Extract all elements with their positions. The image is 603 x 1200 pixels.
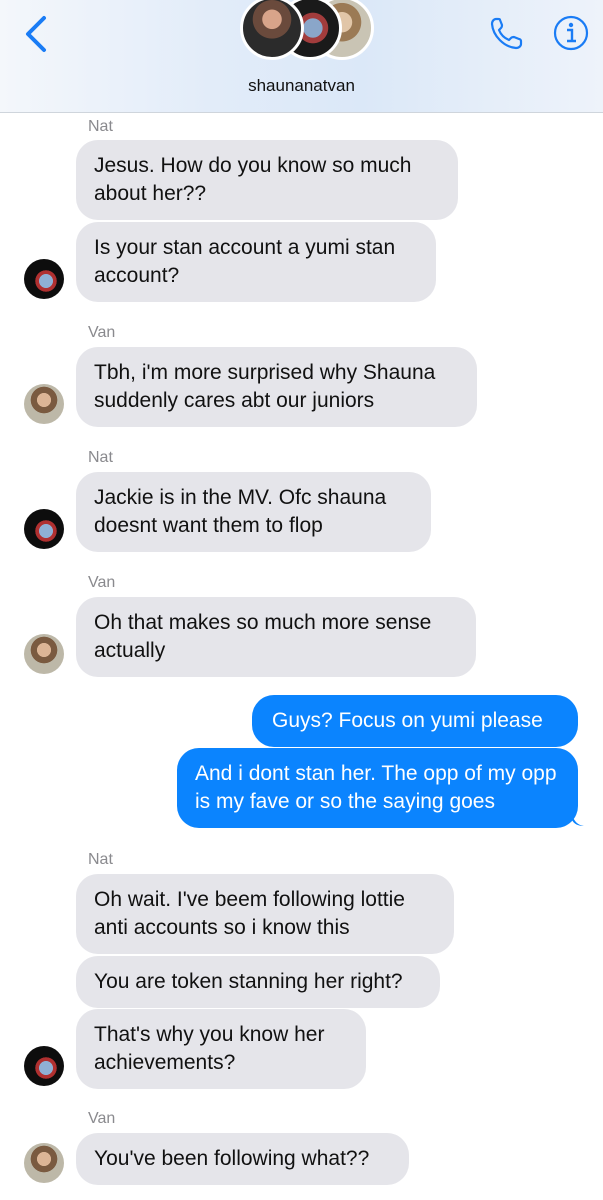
message-bubble[interactable]: Jackie is in the MV. Ofc shauna doesnt w… bbox=[76, 472, 431, 552]
sender-label: Nat bbox=[88, 449, 113, 466]
phone-icon[interactable] bbox=[488, 14, 526, 52]
message-bubble[interactable]: Tbh, i'm more surprised why Shauna sudde… bbox=[76, 347, 477, 427]
conversation-header: shaunanatvan bbox=[0, 0, 603, 113]
avatar[interactable] bbox=[24, 634, 64, 674]
sender-label: Nat bbox=[88, 851, 113, 868]
sender-label: Nat bbox=[88, 118, 113, 135]
sender-label: Van bbox=[88, 574, 116, 591]
avatar[interactable] bbox=[24, 1143, 64, 1183]
avatar[interactable] bbox=[24, 384, 64, 424]
message-bubble[interactable]: That's why you know her achievements? bbox=[76, 1009, 366, 1089]
chevron-left-icon[interactable] bbox=[18, 12, 54, 56]
message-bubble-outgoing[interactable]: Guys? Focus on yumi please bbox=[252, 695, 578, 747]
bubble-tail bbox=[572, 814, 584, 826]
message-bubble-outgoing[interactable]: And i dont stan her. The opp of my opp i… bbox=[177, 748, 578, 828]
group-name[interactable]: shaunanatvan bbox=[0, 76, 603, 96]
message-bubble[interactable]: Oh wait. I've beem following lottie anti… bbox=[76, 874, 454, 954]
message-bubble[interactable]: Jesus. How do you know so much about her… bbox=[76, 140, 458, 220]
avatar[interactable] bbox=[24, 1046, 64, 1086]
message-bubble[interactable]: Is your stan account a yumi stan account… bbox=[76, 222, 436, 302]
sender-label: Van bbox=[88, 1110, 116, 1127]
sender-label: Van bbox=[88, 324, 116, 341]
avatar[interactable] bbox=[24, 509, 64, 549]
message-bubble[interactable]: You are token stanning her right? bbox=[76, 956, 440, 1008]
info-icon[interactable] bbox=[552, 14, 590, 52]
message-bubble[interactable]: You've been following what?? bbox=[76, 1133, 409, 1185]
message-bubble[interactable]: Oh that makes so much more sense actuall… bbox=[76, 597, 476, 677]
avatar[interactable] bbox=[24, 259, 64, 299]
group-avatars[interactable] bbox=[240, 0, 380, 66]
